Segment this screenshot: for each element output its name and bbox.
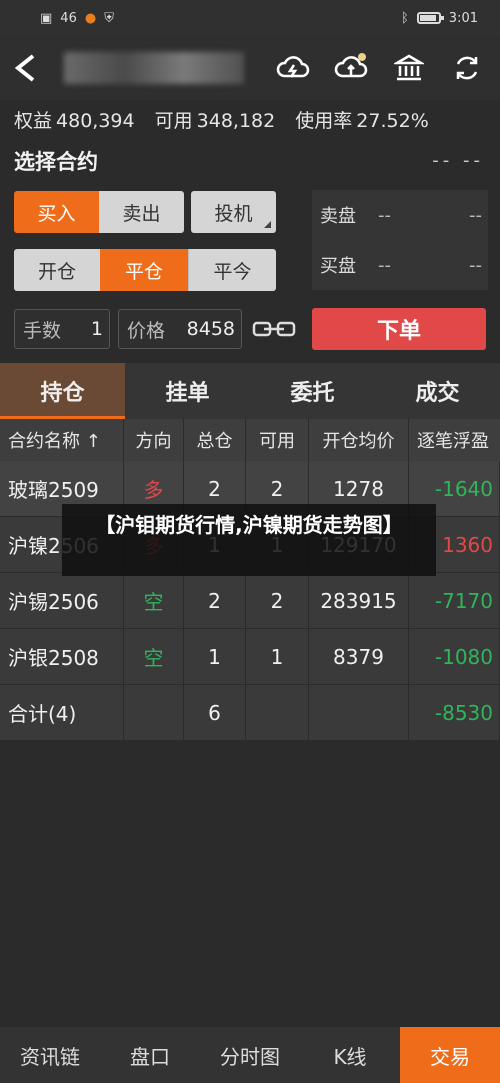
quantity-field[interactable]: 手数 1 — [14, 309, 110, 349]
account-name-blurred — [64, 52, 244, 84]
table-row[interactable]: 沪锡2506 空 2 2 283915 -7170 — [0, 573, 500, 629]
close-button[interactable]: 平仓 — [100, 249, 188, 291]
equity-value: 480,394 — [56, 110, 135, 132]
clock: 3:01 — [448, 10, 478, 26]
nav-news[interactable]: 资讯链 — [0, 1027, 100, 1083]
bid-row: 买盘 -- -- — [312, 240, 488, 290]
open-button[interactable]: 开仓 — [14, 249, 100, 291]
close-today-button[interactable]: 平今 — [188, 249, 276, 291]
tab-orders[interactable]: 委托 — [250, 363, 375, 419]
bid-volume: -- — [469, 254, 482, 276]
chevron-left-icon — [14, 54, 35, 82]
price-label: 价格 — [127, 319, 166, 342]
row-direction: 空 — [124, 573, 184, 628]
total-available — [246, 685, 309, 740]
tab-positions[interactable]: 持仓 — [0, 363, 125, 419]
table-row[interactable]: 沪银2508 空 1 1 8379 -1080 — [0, 629, 500, 685]
row-contract: 沪锡2506 — [0, 573, 124, 628]
header-direction: 方向 — [124, 419, 184, 461]
order-book: 卖盘 -- -- 买盘 -- -- — [312, 190, 488, 290]
nav-quote[interactable]: 盘口 — [100, 1027, 200, 1083]
total-direction — [124, 685, 184, 740]
equity-label: 权益 — [14, 110, 53, 132]
speculate-dropdown[interactable]: 投机 — [191, 191, 276, 233]
account-summary: 权益 480,394 可用 348,182 使用率 27.52% — [14, 106, 443, 133]
back-button[interactable] — [0, 36, 50, 100]
price-field[interactable]: 价格 8458 — [118, 309, 242, 349]
header-pnl: 逐笔浮盈 — [417, 431, 489, 452]
app-notification-icon: ● — [84, 10, 97, 26]
quantity-label: 手数 — [23, 319, 62, 342]
refresh-icon — [456, 56, 478, 80]
signal-text: 46 — [60, 10, 77, 26]
nav-timeshare[interactable]: 分时图 — [200, 1027, 300, 1083]
nav-kline[interactable]: K线 — [300, 1027, 400, 1083]
ask-label: 卖盘 — [320, 206, 356, 227]
nav-trade[interactable]: 交易 — [400, 1027, 500, 1083]
price-value: 8458 — [186, 318, 235, 340]
usage-label: 使用率 — [295, 110, 353, 132]
total-label: 合计(4) — [0, 685, 124, 740]
submit-order-button[interactable]: 下单 — [312, 308, 486, 350]
available-value: 348,182 — [196, 110, 276, 132]
status-bar: ▣ 46 ● ⛨ ᛒ 3:01 — [0, 0, 500, 36]
ask-price: -- — [378, 204, 391, 226]
table-total-row: 合计(4) 6 -8530 — [0, 685, 500, 741]
row-avg-price: 283915 — [309, 573, 409, 628]
total-avg-price — [309, 685, 409, 740]
total-count: 6 — [184, 685, 246, 740]
notification-dot — [358, 53, 366, 61]
row-contract: 沪银2508 — [0, 629, 124, 684]
available-label: 可用 — [154, 110, 193, 132]
total-pnl: -8530 — [409, 685, 500, 740]
bid-label: 买盘 — [320, 256, 356, 277]
refresh-button[interactable] — [448, 49, 486, 87]
top-bar — [0, 36, 500, 100]
contract-code: -- -- — [432, 150, 484, 171]
header-total: 总仓 — [184, 419, 246, 461]
direction-selector: 买入 卖出 — [14, 191, 184, 233]
table-header: 合约名称 ↑ 方向 总仓 可用 开仓均价 逐笔浮盈 — [0, 419, 500, 461]
sim-icon: ▣ — [40, 10, 53, 26]
bank-transfer-button[interactable] — [390, 49, 428, 87]
ask-row: 卖盘 -- -- — [312, 190, 488, 240]
sell-button[interactable]: 卖出 — [99, 191, 184, 233]
tab-trades[interactable]: 成交 — [375, 363, 500, 419]
row-total: 1 — [184, 629, 246, 684]
header-contract[interactable]: 合约名称 ↑ — [0, 419, 124, 461]
buy-button[interactable]: 买入 — [14, 191, 99, 233]
bank-icon — [394, 54, 424, 81]
shield-icon: ⛨ — [104, 10, 114, 26]
row-pnl: -7170 — [409, 573, 500, 628]
header-avg-price: 开仓均价 — [309, 419, 409, 461]
row-avg-price: 8379 — [309, 629, 409, 684]
tab-pending[interactable]: 挂单 — [125, 363, 250, 419]
cloud-sync-button[interactable] — [274, 49, 312, 87]
offset-selector: 开仓 平仓 平今 — [14, 249, 276, 291]
row-available: 2 — [246, 573, 309, 628]
header-available: 可用 — [246, 419, 309, 461]
row-pnl: -1080 — [409, 629, 500, 684]
cloud-condition-button[interactable] — [332, 49, 370, 87]
row-direction: 空 — [124, 629, 184, 684]
bluetooth-icon: ᛒ — [400, 10, 409, 26]
quantity-value: 1 — [90, 318, 103, 340]
cloud-lightning-icon — [276, 56, 310, 78]
overlay-caption: 【沪钼期货行情,沪镍期货走势图】 — [62, 504, 436, 576]
bid-price: -- — [378, 254, 391, 276]
usage-value: 27.52% — [356, 110, 429, 132]
battery-icon — [416, 12, 444, 24]
bottom-nav: 资讯链 盘口 分时图 K线 交易 — [0, 1027, 500, 1083]
row-total: 2 — [184, 573, 246, 628]
select-contract-button[interactable]: 选择合约 — [14, 146, 98, 176]
position-tabs: 持仓 挂单 委托 成交 — [0, 363, 500, 419]
link-icon — [252, 321, 296, 337]
ask-volume: -- — [469, 204, 482, 226]
link-price-button[interactable] — [252, 318, 296, 344]
row-available: 1 — [246, 629, 309, 684]
